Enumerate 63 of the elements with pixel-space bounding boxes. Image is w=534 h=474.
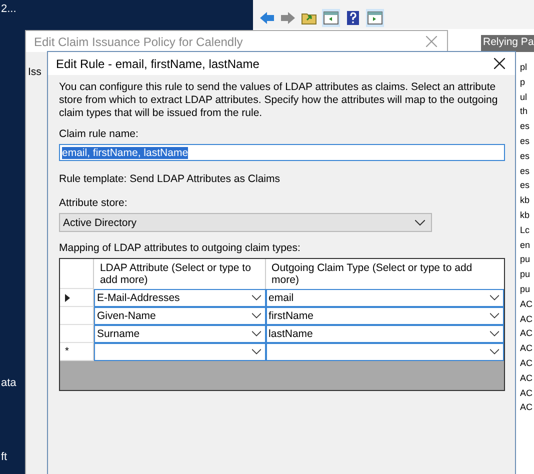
caret-icon[interactable] xyxy=(252,331,261,337)
list-item-text: AC xyxy=(520,312,533,326)
list-item-text: ul xyxy=(520,90,528,104)
list-item-text: es xyxy=(520,164,531,178)
caret-icon[interactable] xyxy=(252,313,261,319)
field-label: Mapping of LDAP attributes to outgoing claim types: xyxy=(59,242,302,254)
ldap-attribute-dropdown[interactable]: Surname xyxy=(94,325,266,343)
close-icon[interactable] xyxy=(492,56,507,71)
rule-template-text: Rule template: Send LDAP Attributes as Claims xyxy=(59,173,281,185)
desktop-icon-label[interactable]: ata xyxy=(1,377,16,389)
list-item-text: pl xyxy=(520,61,528,74)
window-title: Edit Claim Issuance Policy for Calendly xyxy=(34,34,243,48)
desktop-icon-label[interactable]: ft xyxy=(1,451,8,463)
claim-type-dropdown[interactable] xyxy=(266,343,504,361)
column-header[interactable]: Outgoing Claim Type (Select or type to add more) xyxy=(266,259,504,289)
pane-icon[interactable] xyxy=(366,9,384,27)
list-item-text: pu xyxy=(520,282,532,296)
list-item-text: AC xyxy=(520,298,533,311)
list-item-text: pu xyxy=(520,253,532,266)
claim-type-dropdown[interactable]: lastName xyxy=(266,325,504,343)
help-icon[interactable] xyxy=(345,10,361,26)
list-item-text: th xyxy=(520,105,529,118)
list-item-text: pu xyxy=(520,268,532,282)
caret-icon[interactable] xyxy=(252,295,261,301)
list-item-text: en xyxy=(520,238,532,252)
caret-icon[interactable] xyxy=(490,295,499,301)
ldap-attribute-dropdown[interactable]: E-Mail-Addresses xyxy=(94,289,266,307)
list-item-text: es xyxy=(520,179,531,192)
caret-icon[interactable] xyxy=(415,220,425,226)
claim-type-dropdown[interactable]: firstName xyxy=(266,307,504,325)
list-item-text: Lc xyxy=(520,224,531,237)
list-item-text: AC xyxy=(520,372,533,385)
field-label: Claim rule name: xyxy=(59,128,140,140)
caret-icon[interactable] xyxy=(490,349,499,355)
list-item-text: AC xyxy=(520,386,533,400)
description-text: You can configure this rule to send the values of LDAP attributes as claims. Select an attribute store from which to extract LDAP attributes. Specify how the attributes will map to the outgoing claim types that will be issued from the rule. xyxy=(59,81,499,120)
list-item-text: es xyxy=(520,134,531,148)
desktop-icon-label[interactable]: 2... xyxy=(1,3,16,15)
list-item-text: AC xyxy=(520,342,533,356)
panel-header: Relying Pa xyxy=(481,35,534,52)
list-item-text: kb xyxy=(520,208,531,222)
list-item-text: AC xyxy=(520,356,533,370)
window-title: Edit Rule - email, firstName, lastName xyxy=(56,56,260,70)
caret-icon[interactable] xyxy=(252,349,261,355)
list-item-text: AC xyxy=(520,327,533,340)
list-item-text: es xyxy=(520,120,531,134)
pane-icon[interactable] xyxy=(322,9,340,27)
field-label: Attribute store: xyxy=(59,197,128,209)
claim-rule-name-field[interactable]: email, firstName, lastName xyxy=(59,144,505,161)
ldap-attribute-dropdown[interactable] xyxy=(94,343,266,361)
attribute-store-dropdown[interactable]: Active Directory xyxy=(59,213,432,232)
list-item-text: es xyxy=(520,150,531,163)
back-arrow-icon[interactable] xyxy=(259,10,275,26)
list-item-text: kb xyxy=(520,194,531,208)
caret-icon[interactable] xyxy=(490,313,499,319)
list-item-text: AC xyxy=(520,401,533,414)
tab[interactable]: Iss xyxy=(28,60,42,84)
current-row-icon xyxy=(65,294,70,302)
list-item-text: p xyxy=(520,76,526,89)
caret-icon[interactable] xyxy=(490,331,499,337)
ldap-attribute-dropdown[interactable]: Given-Name xyxy=(94,307,266,325)
claim-type-dropdown[interactable]: email xyxy=(266,289,504,307)
forward-arrow-icon[interactable] xyxy=(280,10,296,26)
